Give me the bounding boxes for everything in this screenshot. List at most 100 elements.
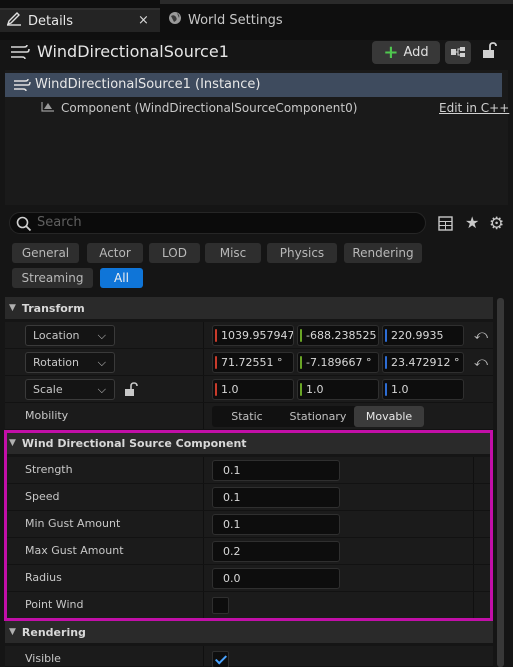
- mobility-static[interactable]: Static: [212, 406, 282, 427]
- unlock-icon[interactable]: [124, 382, 138, 400]
- column-divider: [203, 592, 204, 618]
- chevron-down-icon: ⌵: [97, 329, 106, 342]
- filter-rendering[interactable]: Rendering: [344, 243, 422, 263]
- speed-label: Speed: [25, 490, 60, 503]
- row-scale: Scale ⌵ 1.0 1.0 1.0: [5, 376, 493, 403]
- tab-details[interactable]: Details ×: [0, 8, 160, 32]
- z-axis-bar: [385, 329, 387, 342]
- add-component-button[interactable]: + Add: [372, 41, 440, 64]
- chevron-down-icon: ⌵: [97, 383, 106, 396]
- tab-details-label: Details: [28, 13, 74, 29]
- location-x-field[interactable]: 1039.957947: [212, 325, 294, 346]
- tree-item-instance[interactable]: WindDirectionalSource1 (Instance): [5, 73, 502, 97]
- lock-icon[interactable]: [481, 42, 497, 62]
- column-divider: [473, 457, 474, 483]
- y-axis-bar: [300, 356, 302, 369]
- row-strength: Strength 0.1: [5, 457, 493, 484]
- rotation-z-value: 23.472912 °: [391, 356, 460, 369]
- collapse-arrow-icon: ▼: [9, 438, 16, 448]
- rotation-x-value: 71.72551 °: [221, 356, 283, 369]
- column-divider: [203, 457, 204, 483]
- location-z-value: 220.9935: [391, 329, 444, 342]
- rotation-y-field[interactable]: -7.189667 °: [297, 352, 379, 373]
- search-placeholder: Search: [37, 215, 82, 230]
- chevron-down-icon: ⌵: [97, 356, 106, 369]
- scale-z-field[interactable]: 1.0: [382, 379, 464, 400]
- tab-strip: [160, 0, 513, 4]
- rotation-y-value: -7.189667 °: [306, 356, 372, 369]
- actor-name: WindDirectionalSource1: [37, 42, 229, 61]
- mobility-selector: Static Stationary Movable: [212, 406, 424, 427]
- column-divider: [203, 538, 204, 564]
- section-wind-component[interactable]: ▼ Wind Directional Source Component: [5, 432, 493, 454]
- column-divider: [473, 538, 474, 564]
- row-rotation: Rotation ⌵ 71.72551 ° -7.189667 ° 23.472…: [5, 349, 493, 376]
- blueprint-icon: [445, 47, 471, 67]
- filter-physics[interactable]: Physics: [267, 243, 337, 263]
- column-divider: [473, 484, 474, 510]
- edit-in-cpp-link[interactable]: Edit in C++: [439, 101, 509, 115]
- search-input[interactable]: Search: [9, 212, 426, 234]
- filter-general[interactable]: General: [12, 243, 79, 263]
- grid-view-icon[interactable]: [438, 216, 453, 234]
- filter-lod[interactable]: LOD: [149, 243, 200, 263]
- rotation-combo[interactable]: Rotation ⌵: [25, 352, 115, 373]
- tab-world-settings-label: World Settings: [188, 12, 283, 28]
- rotation-x-field[interactable]: 71.72551 °: [212, 352, 294, 373]
- min-gust-input[interactable]: 0.1: [212, 514, 340, 535]
- visible-checkbox[interactable]: [212, 651, 229, 667]
- z-axis-bar: [385, 383, 387, 396]
- min-gust-label: Min Gust Amount: [25, 517, 121, 530]
- filter-all[interactable]: All: [100, 268, 143, 288]
- x-axis-bar: [215, 356, 217, 369]
- location-combo[interactable]: Location ⌵: [25, 325, 115, 346]
- row-visible: Visible: [5, 646, 493, 667]
- pencil-icon: [6, 12, 22, 30]
- max-gust-input[interactable]: 0.2: [212, 541, 340, 562]
- max-gust-label: Max Gust Amount: [25, 544, 124, 557]
- reset-icon[interactable]: ⤺: [474, 328, 488, 343]
- location-z-field[interactable]: 220.9935: [382, 325, 464, 346]
- scale-y-field[interactable]: 1.0: [297, 379, 379, 400]
- mobility-movable[interactable]: Movable: [354, 406, 424, 427]
- reset-icon[interactable]: ⤺: [474, 355, 488, 370]
- point-wind-label: Point Wind: [25, 598, 84, 611]
- scale-x-field[interactable]: 1.0: [212, 379, 294, 400]
- y-axis-bar: [300, 383, 302, 396]
- location-y-field[interactable]: -688.238525: [297, 325, 379, 346]
- y-axis-bar: [300, 329, 302, 342]
- tree-instance-label: WindDirectionalSource1 (Instance): [35, 77, 261, 92]
- search-icon: [16, 216, 32, 235]
- x-axis-bar: [215, 329, 217, 342]
- collapse-arrow-icon: ▼: [9, 303, 16, 313]
- x-axis-bar: [215, 383, 217, 396]
- row-min-gust: Min Gust Amount 0.1: [5, 511, 493, 538]
- blueprint-button[interactable]: [445, 41, 471, 64]
- mobility-stationary[interactable]: Stationary: [282, 406, 354, 427]
- column-divider: [203, 565, 204, 591]
- section-rendering[interactable]: ▼ Rendering: [5, 621, 493, 643]
- close-icon[interactable]: ×: [138, 13, 149, 28]
- radius-input[interactable]: 0.0: [212, 568, 340, 589]
- star-icon[interactable]: ★: [465, 213, 479, 232]
- gear-icon[interactable]: ⚙: [489, 214, 504, 234]
- filter-streaming[interactable]: Streaming: [12, 268, 93, 288]
- scrollbar[interactable]: [497, 298, 504, 667]
- rotation-z-field[interactable]: 23.472912 °: [382, 352, 464, 373]
- point-wind-checkbox[interactable]: [212, 597, 229, 614]
- row-max-gust: Max Gust Amount 0.2: [5, 538, 493, 565]
- filter-misc[interactable]: Misc: [205, 243, 261, 263]
- speed-input[interactable]: 0.1: [212, 487, 340, 508]
- section-transform[interactable]: ▼ Transform: [5, 297, 493, 319]
- globe-icon: [168, 11, 182, 29]
- section-title: Rendering: [21, 625, 86, 639]
- tree-component-label[interactable]: Component (WindDirectionalSourceComponen…: [61, 101, 357, 115]
- column-divider: [473, 592, 474, 618]
- filter-actor[interactable]: Actor: [87, 243, 143, 263]
- row-location: Location ⌵ 1039.957947 -688.238525 220.9…: [5, 322, 493, 349]
- strength-input[interactable]: 0.1: [212, 460, 340, 481]
- tab-world-settings[interactable]: World Settings: [168, 8, 283, 32]
- scale-y-value: 1.0: [306, 383, 324, 396]
- column-divider: [203, 484, 204, 510]
- scale-combo[interactable]: Scale ⌵: [25, 379, 115, 400]
